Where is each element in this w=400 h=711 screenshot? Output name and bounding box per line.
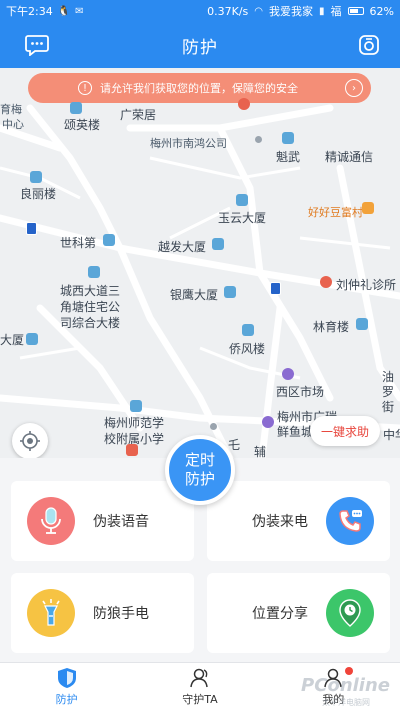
phone-call-icon xyxy=(326,497,374,545)
map-label: 中华 xyxy=(383,428,400,442)
watermark: PConline xyxy=(301,675,390,696)
map-roads xyxy=(0,104,400,458)
map-label: 林育楼 xyxy=(313,320,350,334)
bus-stop-icon xyxy=(270,282,281,295)
flashlight-icon xyxy=(27,589,75,637)
school-poi-icon xyxy=(130,400,142,412)
flashlight-card[interactable]: 防狼手电 xyxy=(11,573,194,653)
fake-voice-card[interactable]: 伪装语音 xyxy=(11,481,194,561)
building-poi-icon xyxy=(70,102,82,114)
guardian-icon xyxy=(190,668,208,688)
carrier-name-2: 福 xyxy=(330,5,342,18)
home-poi-icon xyxy=(126,444,138,456)
building-poi-icon xyxy=(242,324,254,336)
clinic-poi-icon xyxy=(320,276,332,288)
map-label: 魁武 xyxy=(276,150,301,164)
network-speed: 0.37K/s xyxy=(207,4,249,18)
timer-label-line1: 定时 xyxy=(184,451,215,469)
location-permission-banner[interactable]: ! 请允许我们获取您的位置，保障您的安全 › xyxy=(28,73,371,103)
info-icon: ! xyxy=(78,81,92,95)
permission-banner-text: 请允许我们获取您的位置，保障您的安全 xyxy=(100,82,298,95)
building-poi-icon xyxy=(236,194,248,206)
bus-stop-icon xyxy=(26,222,37,235)
qq-notification-icon: 🐧 xyxy=(57,5,71,17)
food-poi-icon xyxy=(362,202,374,214)
flashlight-label: 防狼手电 xyxy=(93,606,149,622)
tab-protect[interactable]: 防护 xyxy=(0,663,133,711)
microphone-icon xyxy=(27,497,75,545)
fake-call-label: 伪装来电 xyxy=(252,514,308,530)
map-label: 中心 xyxy=(2,118,24,131)
map-label: 城西大道三 xyxy=(60,284,121,298)
locate-me-button[interactable] xyxy=(12,423,48,458)
battery-percent: 62% xyxy=(369,4,394,18)
timer-label-line2: 防护 xyxy=(184,470,215,488)
battery-icon xyxy=(347,7,364,15)
device-button[interactable] xyxy=(356,32,382,58)
map-label: 精诚通信 xyxy=(325,150,374,164)
chevron-right-icon: › xyxy=(345,79,363,97)
page-title: 防护 xyxy=(182,37,218,58)
poi-marker-icon xyxy=(262,416,274,428)
map-label: 广荣居 xyxy=(120,108,157,122)
map-label: 乇 xyxy=(228,438,241,452)
market-poi-icon xyxy=(282,368,294,380)
tab-guardian[interactable]: 守护TA xyxy=(133,663,266,711)
map-view[interactable]: ! 请允许我们获取您的位置，保障您的安全 › 育梅 中心 颂英楼 广荣居 梅州市… xyxy=(0,68,400,458)
map-label: 颂英楼 xyxy=(64,118,101,132)
status-time: 下午2:34 xyxy=(6,5,53,18)
tab-guardian-label: 守护TA xyxy=(182,693,218,706)
wifi-icon: ◠ xyxy=(254,5,264,17)
map-label: 世科第 xyxy=(60,236,97,250)
map-label: 司综合大楼 xyxy=(60,316,121,330)
location-share-icon xyxy=(326,589,374,637)
app-header: 防护 xyxy=(0,22,400,68)
crosshair-icon xyxy=(20,431,40,451)
location-share-card[interactable]: 位置分享 xyxy=(207,573,390,653)
location-share-label: 位置分享 xyxy=(252,606,308,622)
poi-dot-icon xyxy=(255,136,262,143)
map-label: 刘仲礼诊所 xyxy=(336,278,397,292)
building-poi-icon xyxy=(212,238,224,250)
sos-button[interactable]: 一键求助 xyxy=(310,416,380,446)
map-label: 越发大厦 xyxy=(158,240,207,254)
notification-dot xyxy=(344,667,353,675)
building-poi-icon xyxy=(224,286,236,298)
map-label: 梅州市南鸿公司 xyxy=(150,137,227,150)
building-poi-icon xyxy=(30,171,42,183)
building-poi-icon xyxy=(88,266,100,278)
map-label: 辅 xyxy=(254,445,267,458)
device-icon xyxy=(359,35,379,55)
carrier-name: 我爱我家 xyxy=(269,5,314,18)
map-label: 角塘住宅公 xyxy=(60,300,121,314)
map-label: 大厦 xyxy=(0,333,25,347)
map-label: 银鹰大厦 xyxy=(170,288,219,302)
building-poi-icon xyxy=(103,234,115,246)
building-poi-icon xyxy=(26,333,38,345)
map-label: 玉云大厦 xyxy=(218,211,267,225)
chat-bubble-icon xyxy=(25,35,49,56)
signal-icon: ▮ xyxy=(319,5,325,17)
watermark-sub: 太平洋电脑网 xyxy=(322,698,370,707)
map-label: 西区市场 xyxy=(276,385,325,399)
poi-marker-icon xyxy=(238,98,250,110)
poi-dot-icon xyxy=(210,423,217,430)
map-label: 梅州师范学 xyxy=(104,416,165,430)
map-label: 鲜鱼城 xyxy=(277,425,314,439)
fake-voice-label: 伪装语音 xyxy=(93,514,149,530)
map-label: 街 xyxy=(382,400,395,414)
tab-protect-label: 防护 xyxy=(55,693,78,706)
building-poi-icon xyxy=(356,318,368,330)
map-label: 良丽楼 xyxy=(20,187,57,201)
timed-protection-button[interactable]: 定时 防护 xyxy=(165,435,235,505)
map-label: 育梅 xyxy=(0,103,22,116)
fake-call-card[interactable]: 伪装来电 xyxy=(207,481,390,561)
building-poi-icon xyxy=(282,132,294,144)
status-bar: 下午2:34 🐧 ✉ 0.37K/s ◠ 我爱我家 ▮ 福 62% xyxy=(0,0,400,22)
shield-icon xyxy=(57,668,76,688)
map-label: 侨风楼 xyxy=(229,342,266,356)
map-label: 好好豆富村 xyxy=(308,206,363,219)
message-button[interactable] xyxy=(24,32,50,58)
app-notification-icon: ✉ xyxy=(75,5,84,17)
